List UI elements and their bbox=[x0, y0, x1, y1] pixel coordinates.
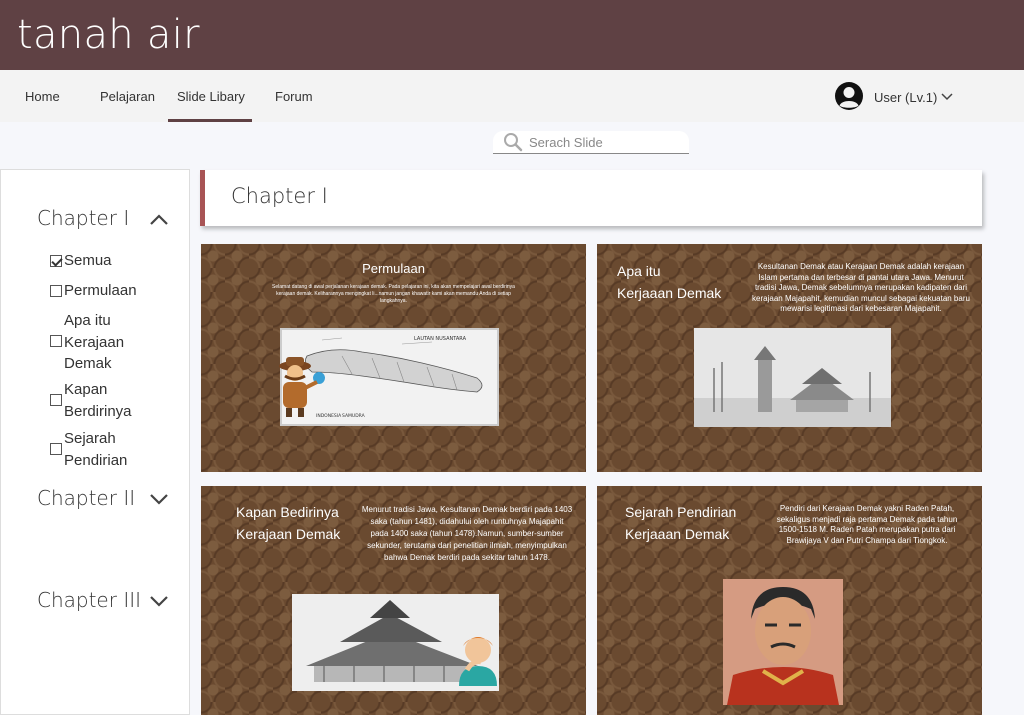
slide-body: Pendiri dari Kerajaan Demak yakni Raden … bbox=[776, 504, 958, 545]
thinking-character-illustration bbox=[459, 637, 497, 686]
chevron-down-icon[interactable] bbox=[940, 89, 954, 103]
slide-card-sejarah-pendirian[interactable]: Sejarah Pendirian Kerjaaan Demak Pendiri… bbox=[597, 486, 982, 715]
slide-title: Apa itu Kerjaaan Demak bbox=[617, 263, 722, 301]
slide-card-kapan-berdirinya[interactable]: Kapan Bedirinya Kerajaan Demak Menurut t… bbox=[201, 486, 586, 715]
nav-home[interactable]: Home bbox=[25, 89, 60, 104]
map-label: LAUTAN NUSANTARA bbox=[414, 336, 467, 342]
app-header: tanah air bbox=[0, 0, 1024, 70]
explorer-character-illustration bbox=[279, 357, 325, 417]
slide-image-demak-mosque bbox=[694, 328, 891, 427]
active-tab-indicator bbox=[168, 119, 252, 122]
page-title: Chapter I bbox=[231, 184, 328, 208]
search-bar bbox=[493, 131, 689, 154]
nav-forum[interactable]: Forum bbox=[275, 89, 313, 104]
app-logo-title[interactable]: tanah air bbox=[17, 12, 200, 58]
checkbox-kapan-berdirinya[interactable] bbox=[50, 394, 62, 406]
portrait-illustration bbox=[723, 579, 843, 705]
chapter-1-title[interactable]: Chapter I bbox=[37, 206, 129, 230]
filter-label-apa-itu-kerajaan-demak[interactable]: Apa itu Kerajaan Demak bbox=[64, 310, 144, 375]
chapter-3-title[interactable]: Chapter III bbox=[37, 588, 141, 612]
slide-title: Permulaan bbox=[362, 261, 425, 276]
search-icon[interactable] bbox=[503, 132, 523, 152]
slide-body: Kesultanan Demak atau Kerajaan Demak ada… bbox=[752, 262, 970, 313]
chapter-header: Chapter I bbox=[200, 170, 982, 226]
slide-image-raden-patah bbox=[723, 579, 843, 705]
chapter-sidebar: Chapter I Semua Permulaan Apa itu Keraja… bbox=[0, 169, 190, 715]
nav-slide-libary[interactable]: Slide Libary bbox=[177, 89, 245, 104]
filter-label-permulaan[interactable]: Permulaan bbox=[64, 280, 174, 302]
map-label: SAMUDRA bbox=[342, 413, 366, 419]
user-name-label: User (Lv.1) bbox=[874, 90, 938, 105]
chevron-up-icon[interactable] bbox=[149, 212, 169, 226]
slide-card-permulaan[interactable]: Permulaan Selamat datang di awal perjala… bbox=[201, 244, 586, 472]
chevron-down-icon[interactable] bbox=[149, 492, 169, 506]
slide-title: Kapan Bedirinya Kerajaan Demak bbox=[236, 504, 341, 542]
mosque-sketch-illustration bbox=[694, 328, 891, 427]
chevron-down-icon[interactable] bbox=[149, 594, 169, 608]
search-input[interactable] bbox=[529, 133, 679, 151]
checkbox-semua[interactable] bbox=[50, 255, 62, 267]
chapter-2-title[interactable]: Chapter II bbox=[37, 486, 135, 510]
main-nav: Home Pelajaran Slide Libary Forum bbox=[0, 70, 1024, 122]
user-avatar-icon bbox=[835, 82, 863, 110]
slide-body: Selamat datang di awal perjalanan keraja… bbox=[272, 284, 515, 304]
slide-body: Menurut tradisi Jawa, Kesultanan Demak b… bbox=[361, 505, 573, 562]
filter-label-kapan-berdirinya[interactable]: Kapan Berdirinya bbox=[64, 379, 144, 422]
slide-title: Sejarah Pendirian Kerjaaan Demak bbox=[625, 504, 737, 542]
nav-pelajaran[interactable]: Pelajaran bbox=[100, 89, 155, 104]
filter-label-semua[interactable]: Semua bbox=[64, 250, 174, 272]
checkbox-permulaan[interactable] bbox=[50, 285, 62, 297]
checkbox-sejarah-pendirian[interactable] bbox=[50, 443, 62, 455]
slide-card-apa-itu-kerajaan-demak[interactable]: Apa itu Kerjaaan Demak Kesultanan Demak … bbox=[597, 244, 982, 472]
checkbox-apa-itu-kerajaan-demak[interactable] bbox=[50, 335, 62, 347]
filter-label-sejarah-pendirian[interactable]: Sejarah Pendirian bbox=[64, 428, 144, 471]
